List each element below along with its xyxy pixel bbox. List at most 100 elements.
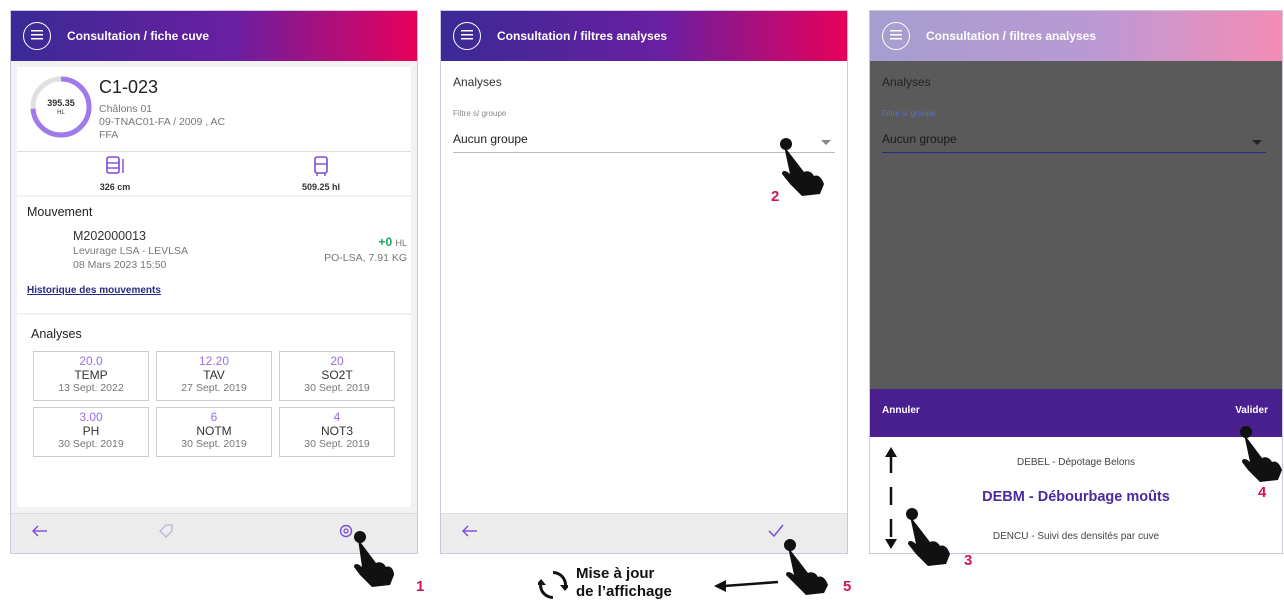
analysis-value: 12.20	[198, 354, 230, 368]
analysis-code: NOT3	[320, 424, 353, 438]
hamburger-icon	[461, 27, 473, 45]
movement-id: M202000013	[73, 229, 146, 243]
page-title: Consultation / filtres analyses	[926, 29, 1097, 43]
analysis-code: TEMP	[74, 368, 108, 382]
refresh-caption-line1: Mise à jour	[576, 565, 655, 582]
pointing-hand-icon	[354, 531, 394, 587]
phone-screen-tank-sheet: Consultation / fiche cuve 395.35 HL C1-0…	[10, 10, 418, 554]
page-title: Consultation / filtres analyses	[497, 29, 668, 43]
movement-header: Mouvement	[27, 205, 93, 219]
analysis-tile[interactable]: 20.0 TEMP 13 Sept. 2022	[33, 351, 149, 401]
back-arrow-icon[interactable]	[31, 522, 49, 545]
tank-volume: 395.35	[47, 98, 75, 108]
section-title: Analyses	[453, 75, 502, 89]
page-title: Consultation / fiche cuve	[67, 29, 210, 43]
validate-button[interactable]: Valider	[1235, 405, 1268, 416]
tank-unit: HL	[57, 110, 65, 116]
phone-screen-filter: Consultation / filtres analyses Analyses…	[440, 10, 848, 554]
divider	[17, 151, 411, 152]
analysis-code: SO2T	[321, 368, 353, 382]
refresh-caption-line2: de l’affichage	[576, 583, 672, 600]
analysis-date: 27 Sept. 2019	[181, 382, 247, 394]
analysis-tile[interactable]: 4 NOT3 30 Sept. 2019	[279, 407, 395, 457]
analysis-date: 30 Sept. 2019	[58, 438, 124, 450]
arrow-left-icon	[714, 580, 778, 592]
tank-gauge: 395.35 HL	[29, 75, 93, 139]
movement-amount: +0	[378, 235, 393, 249]
analysis-date: 30 Sept. 2019	[304, 382, 370, 394]
pointing-hand-icon	[906, 508, 950, 566]
app-header: Consultation / fiche cuve	[11, 11, 417, 61]
analysis-code: TAV	[203, 368, 225, 382]
scroll-direction-arrows-icon	[885, 447, 897, 549]
hamburger-icon	[31, 27, 43, 45]
movement-date: 08 Mars 2023 15:50	[73, 259, 167, 271]
refresh-caption: Mise à jour de l’affichage	[576, 565, 672, 601]
stat-height: 326 cm	[87, 155, 143, 192]
content-area: 395.35 HL C1-023 Châlons 01 09-TNAC01-FA…	[11, 61, 417, 513]
analysis-tile[interactable]: 20 SO2T 30 Sept. 2019	[279, 351, 395, 401]
analysis-value: 6	[210, 410, 218, 424]
step-number: 4	[1258, 484, 1267, 501]
analyses-header: Analyses	[31, 327, 82, 341]
tank-volume-icon	[314, 156, 328, 176]
analysis-tile[interactable]: 3.00 PH 30 Sept. 2019	[33, 407, 149, 457]
refresh-icon	[538, 571, 568, 599]
picker-option-selected[interactable]: DEBM - Débourbage moûts	[870, 489, 1282, 505]
pointing-hand-icon	[780, 138, 824, 196]
picker-toolbar: Annuler Valider	[870, 389, 1282, 437]
history-link[interactable]: Historique des mouvements	[27, 285, 161, 296]
stat-volume: 509.25 hl	[293, 155, 349, 192]
back-arrow-icon[interactable]	[461, 522, 479, 545]
movement-extra: PO-LSA, 7.91 KG	[324, 252, 407, 264]
movement-card: Mouvement M202000013 Levurage LSA - LEVL…	[17, 197, 411, 313]
menu-button	[882, 22, 910, 50]
hamburger-icon	[890, 27, 902, 45]
step-number: 3	[964, 552, 973, 569]
tank-id: C1-023	[99, 77, 159, 97]
filter-label: Filtre s/ groupe	[882, 109, 936, 118]
tank-site: Châlons 01	[99, 103, 153, 115]
analysis-tile[interactable]: 12.20 TAV 27 Sept. 2019	[156, 351, 272, 401]
movement-unit: HL	[395, 238, 407, 248]
step-number: 1	[416, 578, 425, 595]
content-area: Analyses Filtre s/ groupe Aucun groupe	[441, 61, 847, 513]
analyses-card: Analyses 20.0 TEMP 13 Sept. 2022 12.20 T…	[17, 315, 411, 507]
menu-button[interactable]	[23, 22, 51, 50]
analysis-tile[interactable]: 6 NOTM 30 Sept. 2019	[156, 407, 272, 457]
app-header: Consultation / filtres analyses	[870, 11, 1282, 61]
analysis-value: 20	[330, 354, 344, 368]
filter-label: Filtre s/ groupe	[453, 109, 507, 118]
analysis-date: 30 Sept. 2019	[181, 438, 247, 450]
tank-card: 395.35 HL C1-023 Châlons 01 09-TNAC01-FA…	[17, 67, 411, 195]
app-header: Consultation / filtres analyses	[441, 11, 847, 61]
analysis-value: 3.00	[79, 410, 103, 424]
menu-button[interactable]	[453, 22, 481, 50]
analysis-value: 4	[333, 410, 341, 424]
tank-level-icon	[106, 156, 124, 174]
cancel-button[interactable]: Annuler	[882, 405, 920, 416]
group-select: Aucun groupe	[882, 127, 1266, 153]
movement-amount-row: +0 HL	[378, 235, 407, 249]
analysis-code: PH	[82, 424, 100, 438]
movement-desc: Levurage LSA - LEVLSA	[73, 245, 188, 257]
analysis-code: NOTM	[196, 424, 232, 438]
tank-code: FFA	[99, 129, 119, 141]
pointing-hand-icon	[784, 539, 828, 595]
stat-height-value: 326 cm	[99, 182, 131, 192]
stat-volume-value: 509.25 hl	[301, 182, 341, 192]
group-select-value: Aucun groupe	[453, 132, 528, 146]
tank-ref: 09-TNAC01-FA / 2009 , AC	[99, 116, 226, 128]
analysis-date: 30 Sept. 2019	[304, 438, 370, 450]
picker-option[interactable]: DEBEL - Dépotage Belons	[870, 457, 1282, 468]
section-title: Analyses	[882, 75, 931, 89]
pointing-hand-icon	[1240, 426, 1282, 482]
step-number: 2	[771, 188, 780, 205]
analysis-value: 20.0	[79, 354, 103, 368]
step-number: 5	[843, 578, 852, 595]
dropdown-arrow-icon	[1252, 133, 1262, 151]
analysis-date: 13 Sept. 2022	[58, 382, 124, 394]
group-select-value: Aucun groupe	[882, 132, 957, 146]
tag-icon[interactable]	[157, 522, 175, 545]
phone-screen-group-picker: Consultation / filtres analyses Analyses…	[869, 10, 1283, 554]
